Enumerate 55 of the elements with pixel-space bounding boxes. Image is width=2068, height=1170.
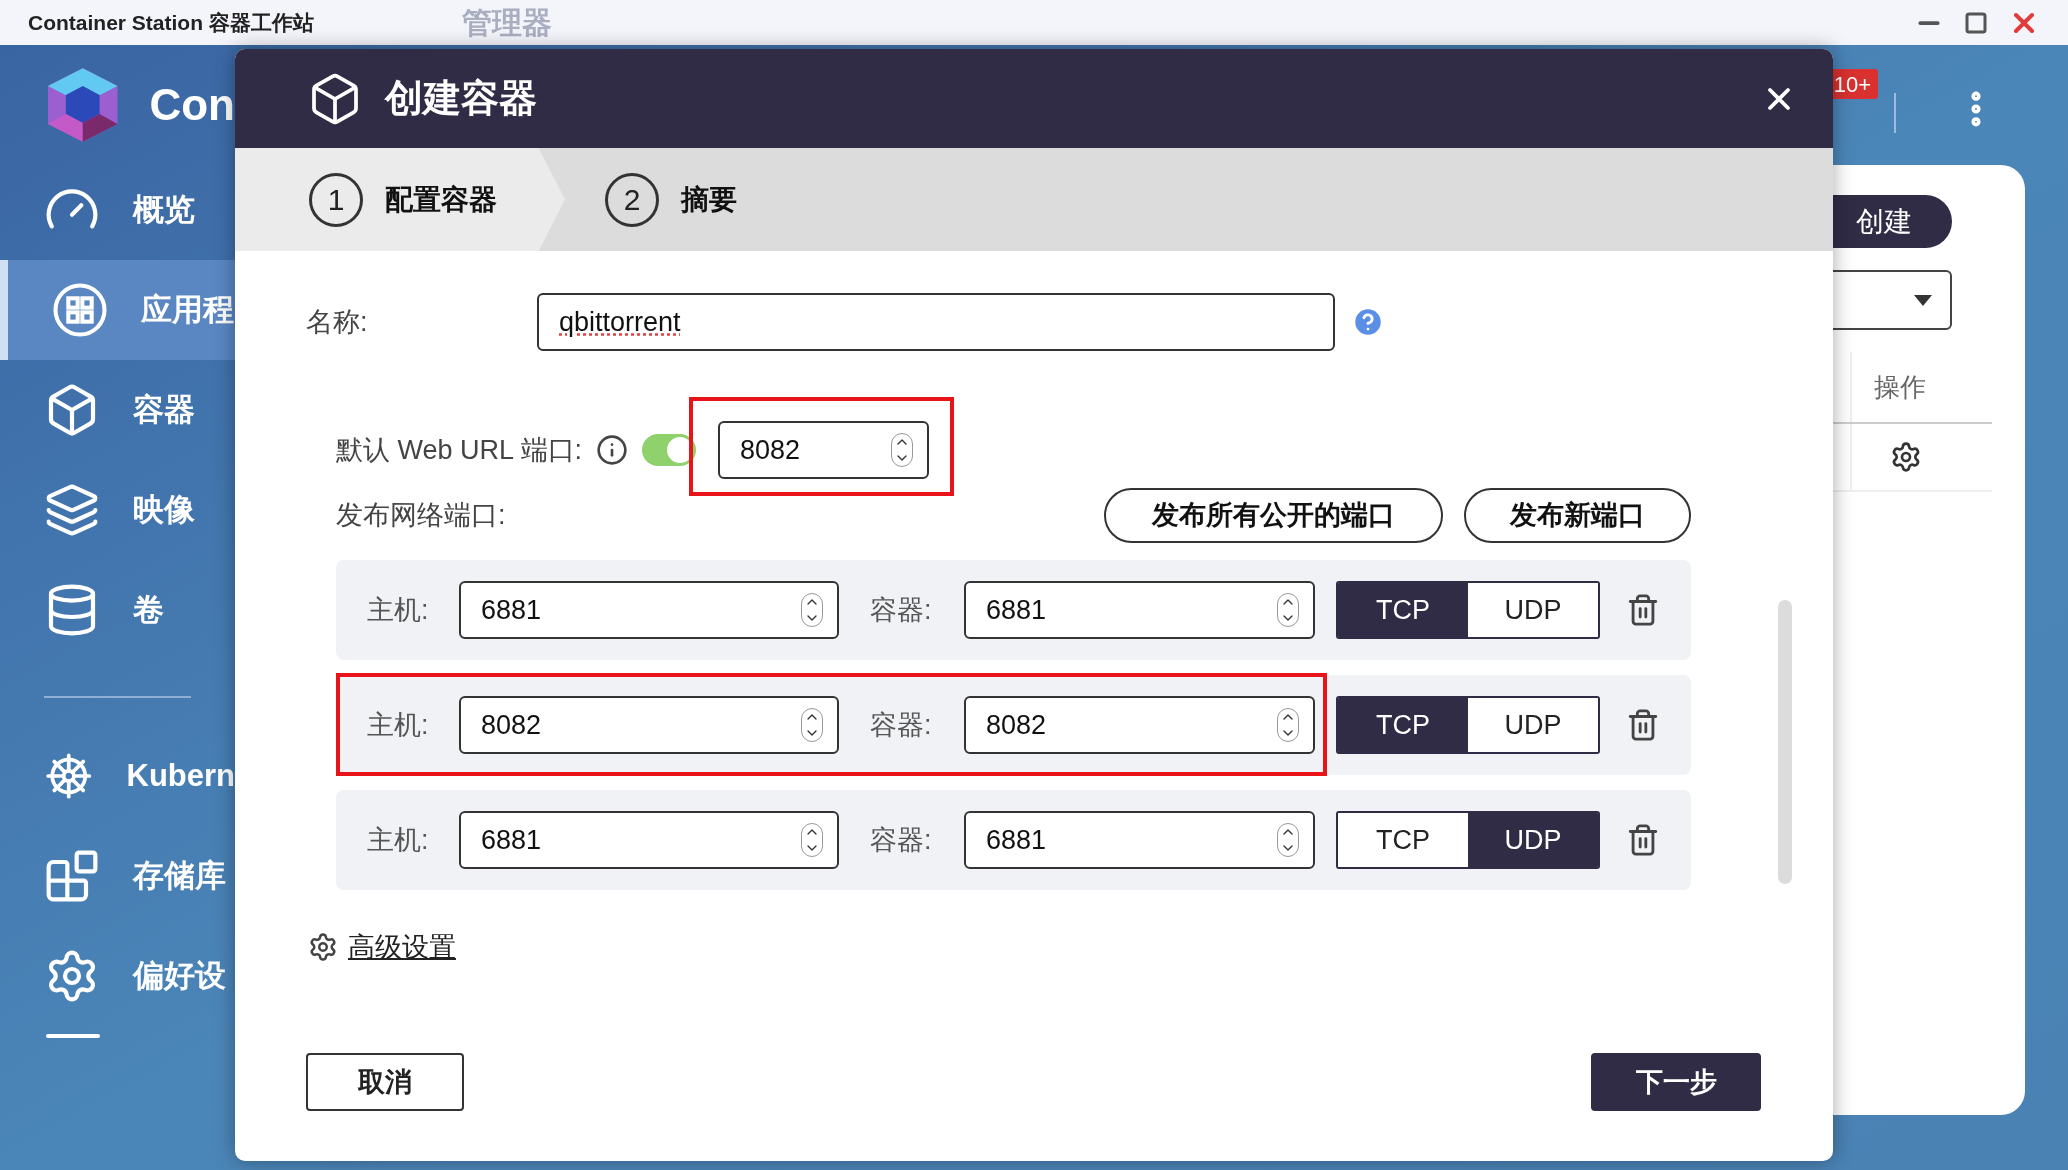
delete-icon[interactable] [1626, 593, 1660, 627]
toggle-switch[interactable] [642, 434, 697, 466]
window-title: Container Station 容器工作站 [28, 9, 314, 36]
host-port-field[interactable]: 6881 [459, 811, 839, 869]
port-field[interactable]: 8082 [718, 421, 930, 479]
settings-icon[interactable] [1890, 441, 1922, 473]
next-button[interactable]: 下一步 [1591, 1053, 1761, 1111]
field-label: 主机: [367, 708, 430, 742]
publish-button[interactable]: 发布新端口 [1464, 488, 1691, 543]
scrollbar[interactable] [1778, 600, 1792, 884]
protocol-toggle[interactable]: UDP [1468, 583, 1598, 637]
delete-icon[interactable] [1626, 823, 1660, 857]
sidebar-item[interactable]: 映像 [0, 460, 235, 560]
field-label: 主机: [367, 593, 430, 627]
sidebar-item[interactable]: 卷 [0, 560, 235, 660]
field-label: 名称: [306, 305, 369, 339]
protocol-toggle[interactable]: TCP [1338, 583, 1468, 637]
name-field[interactable]: qbittorrent [537, 293, 1335, 351]
field-label: 默认 Web URL 端口: [336, 433, 583, 467]
protocol-toggle[interactable]: TCP [1338, 698, 1468, 752]
sidebar-item[interactable]: 容器 [0, 360, 235, 460]
sidebar-item[interactable]: 应用程 [0, 260, 235, 360]
dialog-title: 创建容器 [385, 76, 537, 121]
grid-icon [52, 282, 108, 338]
field-label: 发布网络端口: [336, 499, 506, 533]
settings-icon [308, 932, 338, 963]
delete-icon[interactable] [1626, 708, 1660, 742]
protocol-toggle[interactable]: UDP [1468, 813, 1598, 867]
step-tab[interactable]: 2 摘要 [565, 148, 865, 251]
field-label: 容器: [870, 593, 933, 627]
cancel-button[interactable]: 取消 [306, 1053, 464, 1111]
container-port-field[interactable]: 6881 [964, 811, 1315, 869]
sidebar-item[interactable]: 存储库 [0, 826, 235, 926]
field-label: 主机: [367, 823, 430, 857]
container-port-field[interactable]: 6881 [964, 581, 1315, 639]
protocol-toggle[interactable]: UDP [1468, 698, 1598, 752]
sidebar-item[interactable]: 概览 [0, 160, 235, 260]
step-tab[interactable]: 1 配置容器 [235, 148, 565, 251]
sidebar-item[interactable]: 偏好设 [0, 926, 235, 1026]
sidebar-item[interactable]: Kubern [0, 726, 235, 826]
field-label: 容器: [870, 708, 933, 742]
advanced-settings-link[interactable]: 高级设置 [348, 927, 456, 968]
blocks-icon [44, 848, 100, 904]
publish-button[interactable]: 发布所有公开的端口 [1104, 488, 1443, 543]
faded-title: 管理器 [461, 5, 552, 40]
maximize-icon[interactable] [1964, 10, 1988, 35]
field-label: 容器: [870, 823, 933, 857]
protocol-toggle[interactable]: TCP [1338, 813, 1468, 867]
host-port-field[interactable]: 6881 [459, 581, 839, 639]
info-icon[interactable] [596, 434, 629, 466]
app-name: Con [149, 79, 235, 131]
host-port-field[interactable]: 8082 [459, 696, 839, 754]
layers-icon [44, 482, 100, 538]
column-header: 操作 [1874, 370, 1926, 404]
container-port-field[interactable]: 8082 [964, 696, 1315, 754]
